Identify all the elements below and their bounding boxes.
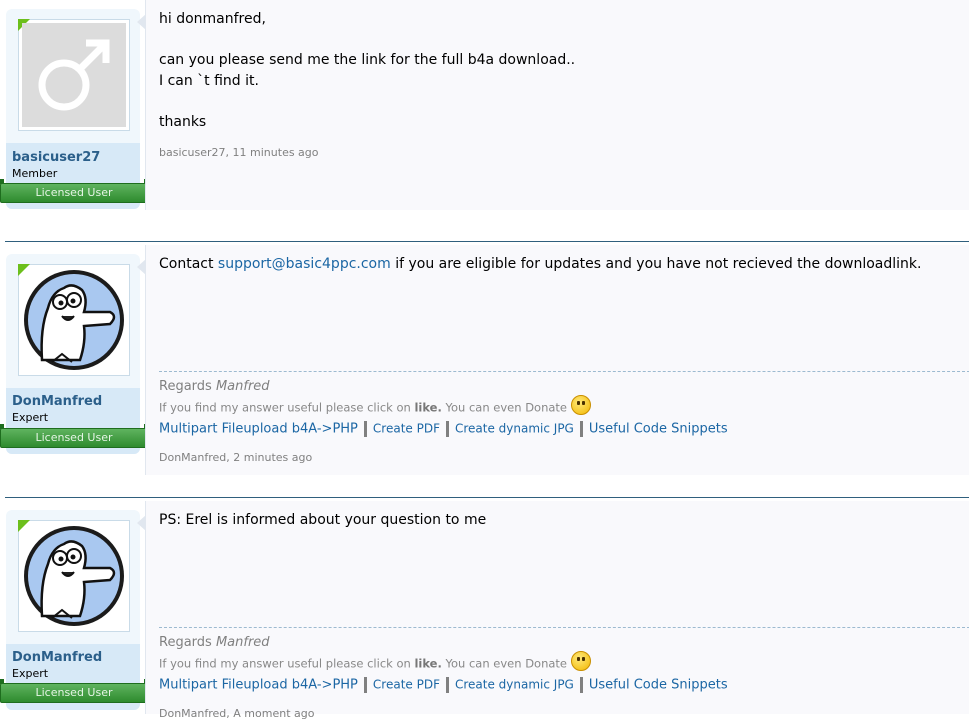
- support-email-link[interactable]: support@basic4ppc.com: [218, 256, 391, 272]
- signature-note: If you find my answer useful please clic…: [159, 651, 591, 674]
- username[interactable]: basicuser27: [12, 150, 100, 165]
- useful-code-snippets-link[interactable]: Useful Code Snippets: [589, 422, 728, 437]
- licensed-user-ribbon: Licensed User: [0, 424, 148, 448]
- signature-links: Multipart Fileupload b4A->PHP Create PDF C…: [159, 421, 728, 437]
- avatar[interactable]: [18, 520, 130, 632]
- post-meta[interactable]: basicuser27, 11 minutes ago: [159, 146, 319, 159]
- signature-regards: Regards Manfred: [159, 635, 270, 650]
- licensed-user-ribbon: Licensed User: [0, 179, 148, 203]
- user-block: basicuser27 Member Licensed User: [0, 9, 148, 209]
- avatar[interactable]: [18, 19, 130, 131]
- signature-divider: [159, 627, 969, 628]
- message-text: hi donmanfred, can you please send me th…: [159, 11, 576, 130]
- multipart-fileupload-link[interactable]: Multipart Fileupload b4A->PHP: [159, 422, 358, 437]
- message-content: Contact support@basic4ppc.com if you are…: [137, 245, 969, 475]
- user-title: Expert: [12, 411, 49, 424]
- message-content: hi donmanfred, can you please send me th…: [137, 0, 969, 210]
- create-pdf-link[interactable]: Create PDF: [373, 422, 440, 436]
- licensed-user-ribbon: Licensed User: [0, 679, 148, 703]
- user-block: DonManfred Expert Licensed User: [0, 254, 148, 454]
- post-meta[interactable]: DonManfred, 2 minutes ago: [159, 451, 312, 464]
- avatar[interactable]: [18, 264, 130, 376]
- smiley-icon: [570, 651, 591, 671]
- message-content: PS: Erel is informed about your question…: [137, 501, 969, 720]
- useful-code-snippets-link[interactable]: Useful Code Snippets: [589, 678, 728, 693]
- multipart-fileupload-link[interactable]: Multipart Fileupload b4A->PHP: [159, 678, 358, 693]
- post-separator: [5, 497, 969, 498]
- message-text: Contact support@basic4ppc.com if you are…: [159, 256, 922, 272]
- signature-note: If you find my answer useful please clic…: [159, 395, 591, 418]
- user-title: Member: [12, 167, 58, 180]
- male-symbol-icon: [38, 39, 110, 111]
- cartoon-cat-icon: [24, 270, 124, 370]
- signature-regards: Regards Manfred: [159, 379, 270, 394]
- create-dynamic-jpg-link[interactable]: Create dynamic JPG: [455, 422, 574, 436]
- user-block: DonManfred Expert Licensed User: [0, 510, 148, 710]
- signature-divider: [159, 371, 969, 372]
- smiley-icon: [570, 395, 591, 415]
- cartoon-cat-icon: [24, 526, 124, 626]
- create-pdf-link[interactable]: Create PDF: [373, 678, 440, 692]
- username[interactable]: DonManfred: [12, 394, 102, 409]
- message-text: PS: Erel is informed about your question…: [159, 512, 487, 528]
- user-title: Expert: [12, 667, 49, 680]
- create-dynamic-jpg-link[interactable]: Create dynamic JPG: [455, 678, 574, 692]
- post-separator: [5, 241, 969, 242]
- username[interactable]: DonManfred: [12, 650, 102, 665]
- signature-links: Multipart Fileupload b4A->PHP Create PDF C…: [159, 677, 728, 693]
